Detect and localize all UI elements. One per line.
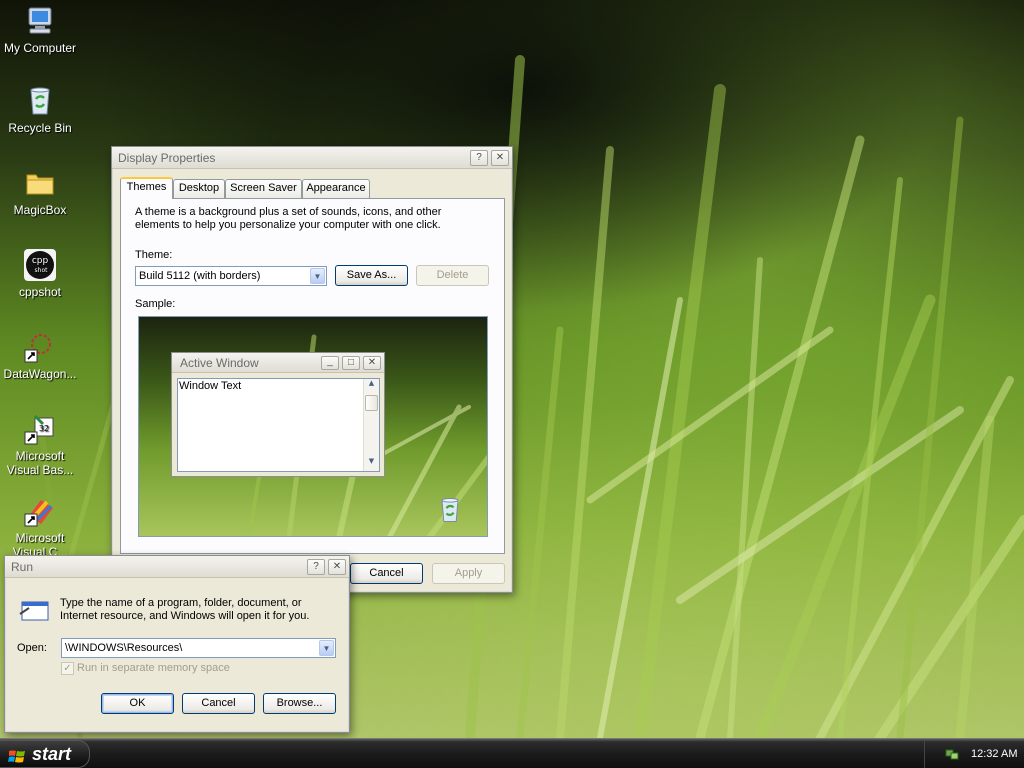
desktop-icon-label: My Computer bbox=[3, 41, 77, 55]
close-icon: ✕ bbox=[363, 355, 381, 370]
desktop-icon-label: Recycle Bin bbox=[8, 121, 72, 135]
chevron-down-icon[interactable]: ▼ bbox=[319, 640, 334, 656]
desktop-icon-label: MagicBox bbox=[13, 203, 67, 217]
folder-icon bbox=[23, 166, 57, 200]
scroll-thumb bbox=[365, 395, 378, 411]
tab-strip: Themes Desktop Screen Saver Appearance bbox=[120, 177, 505, 199]
datawagon-shortcut-icon bbox=[23, 330, 57, 364]
vb6-shortcut-icon: 32 bbox=[23, 412, 57, 446]
theme-label: Theme: bbox=[135, 249, 173, 261]
recycle-bin-icon bbox=[23, 84, 57, 118]
svg-text:cpp: cpp bbox=[32, 256, 49, 266]
help-button[interactable]: ? bbox=[307, 558, 325, 575]
theme-select[interactable]: Build 5112 (with borders) ▼ bbox=[135, 266, 327, 286]
separate-memory-checkbox[interactable]: ✓ bbox=[61, 662, 74, 675]
close-button[interactable]: ✕ bbox=[328, 558, 346, 575]
sample-client-area: Window Text ▲ ▼ bbox=[177, 378, 380, 472]
delete-button[interactable]: Delete bbox=[416, 265, 489, 286]
tab-screen-saver[interactable]: Screen Saver bbox=[225, 179, 302, 198]
open-input-value: \WINDOWS\Resources\ bbox=[65, 642, 183, 654]
my-computer-icon bbox=[23, 4, 57, 38]
cppshot-icon: cpp shot bbox=[23, 248, 57, 282]
run-program-icon bbox=[19, 598, 51, 627]
window-title: Display Properties bbox=[118, 150, 216, 165]
tab-appearance[interactable]: Appearance bbox=[302, 179, 370, 198]
scroll-down-icon: ▼ bbox=[368, 457, 375, 465]
desktop-icon-my-computer[interactable]: My Computer bbox=[0, 4, 80, 55]
svg-text:shot: shot bbox=[35, 267, 49, 274]
svg-text:32: 32 bbox=[39, 424, 49, 433]
theme-sample-preview: Active Window _ □ ✕ Window Text ▲ ▼ bbox=[138, 316, 488, 537]
apply-button[interactable]: Apply bbox=[432, 563, 505, 584]
ok-button[interactable]: OK bbox=[101, 693, 174, 714]
desktop-icon-recycle-bin[interactable]: Recycle Bin bbox=[0, 84, 80, 135]
theme-select-value: Build 5112 (with borders) bbox=[139, 270, 261, 282]
sample-window-text: Window Text bbox=[179, 380, 242, 392]
save-as-button[interactable]: Save As... bbox=[335, 265, 408, 286]
separate-memory-label: Run in separate memory space bbox=[77, 662, 230, 674]
start-label: start bbox=[32, 744, 72, 764]
themes-description: A theme is a background plus a set of so… bbox=[135, 206, 442, 231]
desktop-icon-magicbox[interactable]: MagicBox bbox=[0, 166, 80, 217]
maximize-icon: □ bbox=[342, 355, 360, 370]
display-properties-window: Display Properties ? ✕ Themes Desktop Sc… bbox=[111, 146, 513, 593]
chevron-down-icon[interactable]: ▼ bbox=[310, 268, 325, 284]
tab-desktop[interactable]: Desktop bbox=[173, 179, 225, 198]
cancel-button[interactable]: Cancel bbox=[350, 563, 423, 584]
cancel-button[interactable]: Cancel bbox=[182, 693, 255, 714]
sample-titlebar: Active Window _ □ ✕ bbox=[172, 353, 384, 373]
start-button[interactable]: start bbox=[0, 740, 90, 768]
sample-active-window: Active Window _ □ ✕ Window Text ▲ ▼ bbox=[171, 352, 385, 477]
scroll-up-icon: ▲ bbox=[368, 379, 375, 387]
sample-window-title: Active Window bbox=[180, 355, 259, 370]
run-titlebar[interactable]: Run ? ✕ bbox=[5, 556, 349, 578]
system-tray: 12:32 AM bbox=[924, 740, 1024, 768]
open-input[interactable]: \WINDOWS\Resources\ ▼ bbox=[61, 638, 336, 658]
windows-logo-icon bbox=[8, 746, 26, 763]
desktop-icon-cppshot[interactable]: cpp shot cppshot bbox=[0, 248, 80, 299]
taskbar: start 12:32 AM bbox=[0, 738, 1024, 768]
run-dialog: Run ? ✕ Type the name of a program, fold… bbox=[4, 555, 350, 733]
display-properties-titlebar[interactable]: Display Properties ? ✕ bbox=[112, 147, 512, 169]
themes-tab-panel: A theme is a background plus a set of so… bbox=[120, 198, 505, 554]
browse-button[interactable]: Browse... bbox=[263, 693, 336, 714]
run-description: Type the name of a program, folder, docu… bbox=[60, 597, 310, 622]
close-button[interactable]: ✕ bbox=[491, 149, 509, 166]
window-title: Run bbox=[11, 559, 34, 574]
help-button[interactable]: ? bbox=[470, 149, 488, 166]
desktop-icon-datawagon[interactable]: DataWagon... bbox=[0, 330, 80, 381]
desktop-icon-label: Microsoft Visual Bas... bbox=[6, 449, 74, 477]
minimize-icon: _ bbox=[321, 355, 339, 370]
desktop-icon-visual-c[interactable]: Microsoft Visual C... bbox=[0, 494, 80, 559]
desktop-icon-label: DataWagon... bbox=[3, 367, 77, 381]
desktop-icon-label: cppshot bbox=[18, 285, 62, 299]
tab-themes[interactable]: Themes bbox=[120, 177, 173, 199]
sample-label: Sample: bbox=[135, 298, 176, 310]
vc6-shortcut-icon bbox=[23, 494, 57, 528]
open-label: Open: bbox=[17, 642, 47, 654]
sample-scrollbar: ▲ ▼ bbox=[363, 379, 379, 471]
sample-recycle-bin-icon bbox=[435, 495, 465, 528]
desktop-icon-visual-basic[interactable]: 32 Microsoft Visual Bas... bbox=[0, 412, 80, 477]
network-icon[interactable] bbox=[945, 747, 959, 761]
clock[interactable]: 12:32 AM bbox=[971, 748, 1017, 760]
